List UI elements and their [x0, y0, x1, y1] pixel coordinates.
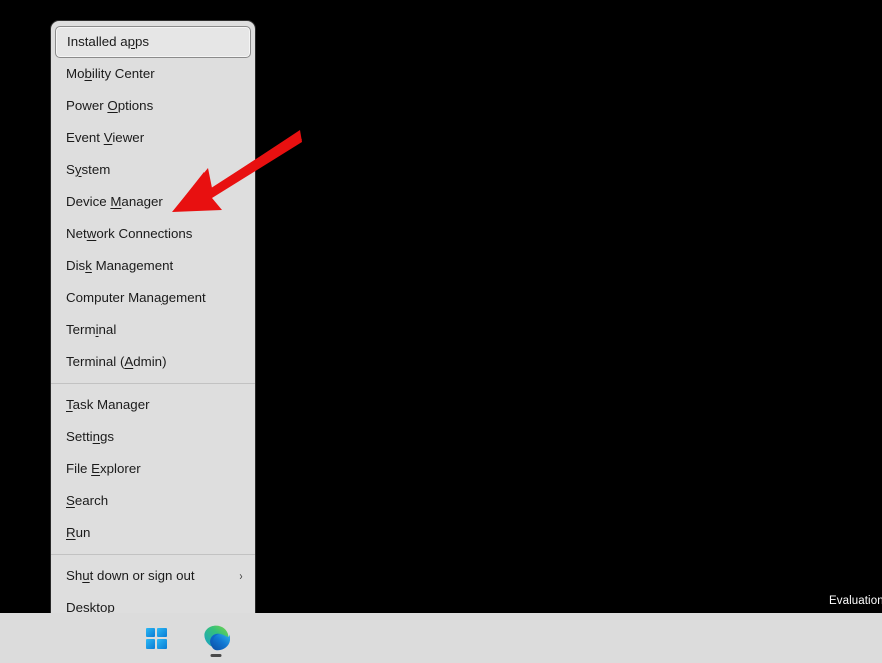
windows-logo-icon [145, 627, 167, 649]
menu-item-event-viewer[interactable]: Event Viewer [51, 122, 255, 154]
edge-taskbar-button[interactable] [196, 618, 236, 658]
accelerator-key: O [107, 98, 118, 113]
accelerator-key: V [103, 130, 113, 145]
accelerator-key: n [92, 429, 101, 444]
menu-item-disk-management[interactable]: Disk Management [51, 250, 255, 282]
menu-item-file-explorer[interactable]: File Explorer [51, 453, 255, 485]
menu-item-power-options[interactable]: Power Options [51, 90, 255, 122]
start-button[interactable] [136, 618, 176, 658]
accelerator-key: S [66, 493, 75, 508]
menu-item-system[interactable]: System [51, 154, 255, 186]
menu-item-mobility-center[interactable]: Mobility Center [51, 58, 255, 90]
taskbar-icon-group [136, 618, 236, 658]
edge-active-indicator [210, 654, 222, 657]
menu-item-label: Terminal [66, 322, 117, 337]
accelerator-key: M [110, 194, 122, 209]
menu-item-label: Search [66, 493, 109, 508]
menu-item-label: Installed apps [67, 34, 150, 49]
menu-item-task-manager[interactable]: Task Manager [51, 389, 255, 421]
menu-item-label: Power Options [66, 98, 154, 113]
taskbar[interactable] [0, 613, 882, 663]
menu-item-label: File Explorer [66, 461, 141, 476]
menu-item-terminal[interactable]: Terminal [51, 314, 255, 346]
edge-icon [204, 625, 230, 651]
menu-item-label: Network Connections [66, 226, 193, 241]
quick-link-menu[interactable]: Installed apps Mobility Center Power Optio… [51, 21, 255, 632]
chevron-right-icon: › [239, 569, 243, 583]
menu-item-shut-down-or-sign-out[interactable]: Shut down or sign out › [51, 560, 255, 592]
accelerator-key: y [74, 162, 82, 177]
accelerator-key: T [66, 397, 73, 412]
menu-item-label: Computer Management [66, 290, 206, 305]
menu-separator [51, 554, 255, 555]
accelerator-key: i [95, 322, 99, 337]
accelerator-key: g [161, 290, 169, 305]
accelerator-key: w [86, 226, 97, 241]
accelerator-key: A [124, 354, 134, 369]
menu-item-label: Disk Management [66, 258, 174, 273]
menu-item-label: Shut down or sign out [66, 568, 195, 583]
accelerator-key: u [82, 568, 90, 583]
menu-item-device-manager[interactable]: Device Manager [51, 186, 255, 218]
menu-item-label: Settings [66, 429, 115, 444]
menu-item-label: Terminal (Admin) [66, 354, 167, 369]
menu-item-label: Mobility Center [66, 66, 155, 81]
accelerator-key: k [85, 258, 92, 273]
accelerator-key: b [84, 66, 92, 81]
menu-separator [51, 383, 255, 384]
menu-item-terminal-admin[interactable]: Terminal (Admin) [51, 346, 255, 378]
menu-item-run[interactable]: Run [51, 517, 255, 549]
menu-item-search[interactable]: Search [51, 485, 255, 517]
menu-item-installed-apps[interactable]: Installed apps [55, 26, 251, 58]
menu-item-label: Event Viewer [66, 130, 145, 145]
accelerator-key: R [66, 525, 76, 540]
evaluation-copy-watermark: Evaluation copy [829, 595, 882, 607]
accelerator-key: E [91, 461, 100, 476]
menu-item-computer-management[interactable]: Computer Management [51, 282, 255, 314]
menu-item-network-connections[interactable]: Network Connections [51, 218, 255, 250]
menu-item-settings[interactable]: Settings [51, 421, 255, 453]
menu-item-label: System [66, 162, 111, 177]
menu-item-label: Device Manager [66, 194, 163, 209]
accelerator-key: p [127, 34, 136, 49]
menu-item-label: Run [66, 525, 91, 540]
menu-item-label: Task Manager [66, 397, 150, 412]
